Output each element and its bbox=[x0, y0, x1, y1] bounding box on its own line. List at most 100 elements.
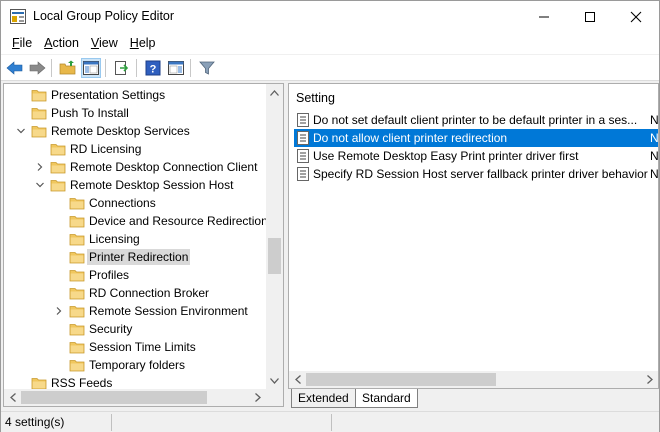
svg-text:?: ? bbox=[150, 64, 157, 76]
minimize-icon bbox=[539, 16, 549, 17]
tree-item[interactable]: Remote Desktop Connection Client bbox=[4, 158, 266, 176]
menu-file-accelerator: F bbox=[12, 36, 20, 50]
folder-icon bbox=[69, 198, 85, 210]
policy-setting-row[interactable]: Do not allow client printer redirection N bbox=[294, 129, 658, 147]
scroll-left-button[interactable] bbox=[289, 371, 306, 388]
tree-vertical-scrollbar[interactable] bbox=[266, 84, 283, 389]
tree-item-label: Push To Install bbox=[51, 106, 129, 120]
tree-item[interactable]: Licensing bbox=[4, 230, 266, 248]
tree-item-label: Remote Session Environment bbox=[89, 304, 248, 318]
toolbar-separator bbox=[105, 59, 106, 77]
scroll-left-button[interactable] bbox=[4, 389, 21, 406]
maximize-button[interactable] bbox=[567, 1, 613, 32]
policy-setting-state: N bbox=[650, 149, 659, 163]
policy-setting-name: Do not allow client printer redirection bbox=[313, 131, 508, 145]
folder-icon bbox=[50, 180, 66, 192]
chevron-down-icon bbox=[270, 377, 279, 384]
tree-item[interactable]: Push To Install bbox=[4, 104, 266, 122]
scroll-up-button[interactable] bbox=[266, 84, 283, 101]
scroll-thumb[interactable] bbox=[21, 391, 207, 404]
tree-item-label: Session Time Limits bbox=[89, 340, 196, 354]
show-hide-action-pane-button[interactable] bbox=[166, 58, 186, 78]
tree-item[interactable]: Device and Resource Redirection bbox=[4, 212, 268, 230]
tree-item[interactable]: Connections bbox=[4, 194, 266, 212]
tree-item-label: Licensing bbox=[89, 232, 140, 246]
tree-item-label: Temporary folders bbox=[89, 358, 186, 372]
menu-file[interactable]: File bbox=[6, 33, 38, 53]
scroll-thumb[interactable] bbox=[306, 373, 496, 386]
menu-view-label: iew bbox=[99, 36, 118, 50]
console-tree-pane[interactable]: Presentation Settings Push To Install Remo… bbox=[3, 83, 284, 407]
tree-item[interactable]: Security bbox=[4, 320, 266, 338]
tree-item-label: Device and Resource Redirection bbox=[89, 214, 268, 228]
policy-setting-icon bbox=[297, 149, 309, 163]
forward-button[interactable] bbox=[27, 58, 47, 78]
forward-icon bbox=[29, 61, 46, 75]
policy-setting-row[interactable]: Specify RD Session Host server fallback … bbox=[294, 165, 658, 183]
toolbar-separator bbox=[190, 59, 191, 77]
policy-setting-row[interactable]: Use Remote Desktop Easy Print printer dr… bbox=[294, 147, 658, 165]
policy-setting-state: N bbox=[650, 167, 659, 181]
menu-bar: File Action View Help bbox=[1, 32, 659, 54]
up-folder-icon bbox=[59, 60, 76, 75]
filter-icon bbox=[199, 61, 215, 75]
tree-horizontal-scrollbar[interactable] bbox=[4, 389, 283, 406]
help-button[interactable]: ? bbox=[143, 58, 163, 78]
close-icon bbox=[630, 11, 642, 22]
menu-action[interactable]: Action bbox=[38, 33, 85, 53]
scroll-thumb[interactable] bbox=[268, 238, 281, 274]
settings-list-pane[interactable]: Setting Do not set default client printe… bbox=[288, 83, 659, 389]
tree-item[interactable]: Printer Redirection bbox=[4, 248, 266, 266]
back-button[interactable] bbox=[5, 58, 25, 78]
show-hide-console-tree-button[interactable] bbox=[81, 58, 101, 78]
window-title: Local Group Policy Editor bbox=[33, 9, 175, 23]
folder-icon bbox=[31, 126, 47, 138]
chevron-right-icon[interactable] bbox=[54, 306, 64, 316]
export-list-icon bbox=[115, 61, 129, 75]
folder-icon bbox=[69, 306, 85, 318]
toolbar-separator bbox=[51, 59, 52, 77]
tree-item[interactable]: Remote Session Environment bbox=[4, 302, 266, 320]
column-header-setting[interactable]: Setting bbox=[296, 91, 335, 105]
close-button[interactable] bbox=[613, 1, 659, 32]
minimize-button[interactable] bbox=[521, 1, 567, 32]
folder-icon bbox=[69, 342, 85, 354]
status-separator bbox=[331, 414, 332, 431]
folder-icon bbox=[69, 324, 85, 336]
tree-item-label: Remote Desktop Connection Client bbox=[70, 160, 258, 174]
back-icon bbox=[6, 61, 23, 75]
tree-item[interactable]: RD Licensing bbox=[4, 140, 266, 158]
tree-item[interactable]: RD Connection Broker bbox=[4, 284, 266, 302]
menu-view[interactable]: View bbox=[85, 33, 124, 53]
tree-item-label: Presentation Settings bbox=[51, 88, 166, 102]
tree-item[interactable]: Remote Desktop Session Host bbox=[4, 176, 266, 194]
scroll-right-button[interactable] bbox=[249, 389, 266, 406]
tab-standard[interactable]: Standard bbox=[355, 389, 418, 408]
tree-item[interactable]: Profiles bbox=[4, 266, 266, 284]
menu-help[interactable]: Help bbox=[124, 33, 162, 53]
tree-item[interactable]: Presentation Settings bbox=[4, 86, 266, 104]
view-tabs: Extended Standard bbox=[288, 389, 659, 409]
chevron-down-icon[interactable] bbox=[35, 180, 45, 190]
tree-item[interactable]: Temporary folders bbox=[4, 356, 266, 374]
scroll-down-button[interactable] bbox=[266, 372, 283, 389]
tab-extended[interactable]: Extended bbox=[291, 389, 355, 408]
chevron-down-icon[interactable] bbox=[16, 126, 26, 136]
filter-options-button[interactable] bbox=[197, 58, 217, 78]
folder-icon bbox=[50, 162, 66, 174]
up-one-level-button[interactable] bbox=[58, 58, 78, 78]
tree-item-label: Printer Redirection bbox=[87, 249, 191, 265]
list-horizontal-scrollbar[interactable] bbox=[289, 371, 658, 388]
chevron-left-icon bbox=[9, 393, 16, 402]
policy-setting-row[interactable]: Do not set default client printer to be … bbox=[294, 111, 658, 129]
policy-setting-name: Do not set default client printer to be … bbox=[313, 113, 638, 127]
chevron-right-icon[interactable] bbox=[35, 162, 45, 172]
maximize-icon bbox=[585, 11, 595, 22]
tree-item-label: Connections bbox=[89, 196, 156, 210]
scroll-right-button[interactable] bbox=[641, 371, 658, 388]
tree-item[interactable]: Remote Desktop Services bbox=[4, 122, 266, 140]
show-hide-tree-icon bbox=[83, 61, 99, 75]
export-list-button[interactable] bbox=[112, 58, 132, 78]
tree-item[interactable]: Session Time Limits bbox=[4, 338, 266, 356]
menu-action-accelerator: A bbox=[44, 36, 53, 50]
